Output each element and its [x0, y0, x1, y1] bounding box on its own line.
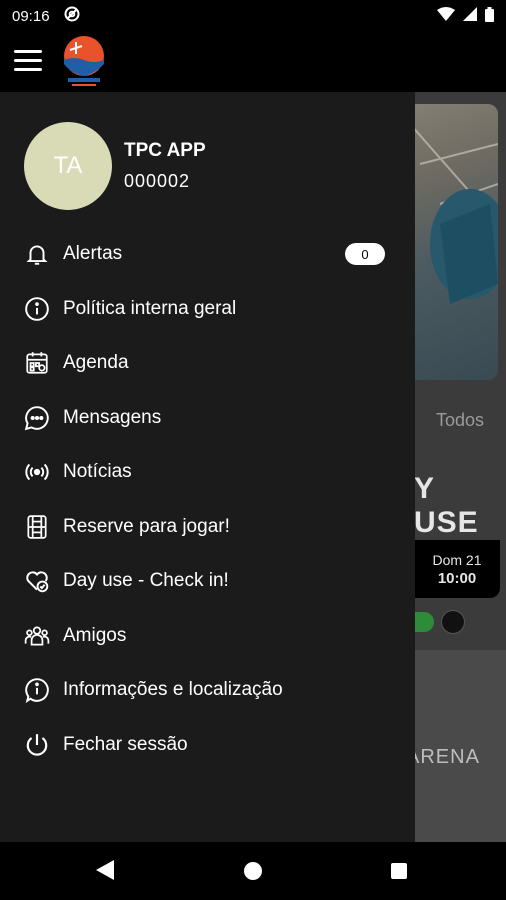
- back-icon[interactable]: [96, 860, 114, 885]
- chat-icon: [24, 405, 50, 431]
- menu-item-day-use[interactable]: Day use - Check in!: [0, 554, 415, 609]
- navigation-drawer: TA TPC APP 000002 Alertas 0 Política int…: [0, 92, 415, 842]
- menu-item-label: Agenda: [63, 352, 129, 374]
- menu-item-label: Alertas: [63, 243, 123, 265]
- menu-item-alertas[interactable]: Alertas 0: [0, 227, 415, 282]
- profile-name: TPC APP: [124, 140, 206, 161]
- menu-item-politica[interactable]: Política interna geral: [0, 282, 415, 337]
- menu-item-label: Fechar sessão: [63, 733, 188, 755]
- beach-tennis-logo: [62, 34, 106, 88]
- menu-item-label: Reserve para jogar!: [63, 515, 230, 537]
- profile-id: 000002: [124, 171, 191, 191]
- app-bar: [0, 32, 506, 92]
- avatar: TA: [24, 122, 112, 210]
- hamburger-icon[interactable]: [14, 50, 42, 72]
- menu-item-reserve[interactable]: Reserve para jogar!: [0, 500, 415, 555]
- drawer-menu: Alertas 0 Política interna geral Agenda …: [0, 227, 415, 772]
- menu-item-label: Política interna geral: [63, 297, 237, 319]
- signal-icon: [463, 7, 477, 25]
- menu-item-noticias[interactable]: Notícias: [0, 445, 415, 500]
- wifi-icon: [437, 7, 455, 25]
- at-sign-icon: [64, 6, 80, 26]
- heart-check-icon: [24, 568, 50, 594]
- category-tabs: Todos: [414, 410, 484, 431]
- menu-item-mensagens[interactable]: Mensagens: [0, 391, 415, 446]
- section-title: Y USE: [414, 472, 479, 539]
- menu-item-label: Informações e localização: [63, 679, 283, 701]
- alerts-count-badge: 0: [345, 243, 385, 265]
- sport-icon: [441, 610, 465, 634]
- tab-todos[interactable]: Todos: [436, 410, 484, 430]
- menu-item-amigos[interactable]: Amigos: [0, 609, 415, 664]
- info-location-icon: [24, 677, 50, 704]
- battery-icon: [485, 6, 494, 26]
- menu-item-label: Mensagens: [63, 406, 162, 428]
- menu-item-agenda[interactable]: Agenda: [0, 336, 415, 391]
- menu-item-informacoes[interactable]: Informações e localização: [0, 663, 415, 718]
- event-day: Dom 21: [432, 552, 482, 568]
- friends-icon: [24, 623, 50, 649]
- menu-item-label: Amigos: [63, 624, 127, 646]
- court-icon: [24, 514, 50, 540]
- menu-item-label: Notícias: [63, 461, 132, 483]
- event-date-card: Dom 21 10:00: [414, 540, 500, 598]
- recent-apps-icon[interactable]: [391, 863, 407, 879]
- event-time: 10:00: [437, 570, 477, 587]
- arena-label: ARENA: [406, 746, 480, 768]
- power-icon: [24, 732, 50, 758]
- menu-item-label: Day use - Check in!: [63, 570, 229, 592]
- info-icon: [24, 296, 50, 322]
- calendar-icon: [24, 350, 50, 376]
- system-nav-bar: [0, 842, 506, 900]
- bell-icon: [24, 241, 50, 267]
- broadcast-icon: [24, 459, 50, 485]
- menu-item-fechar-sessao[interactable]: Fechar sessão: [0, 718, 415, 773]
- profile-header[interactable]: TA TPC APP 000002: [24, 122, 404, 212]
- status-bar: 09:16: [0, 0, 506, 32]
- status-time: 09:16: [12, 7, 50, 25]
- home-icon[interactable]: [244, 862, 262, 880]
